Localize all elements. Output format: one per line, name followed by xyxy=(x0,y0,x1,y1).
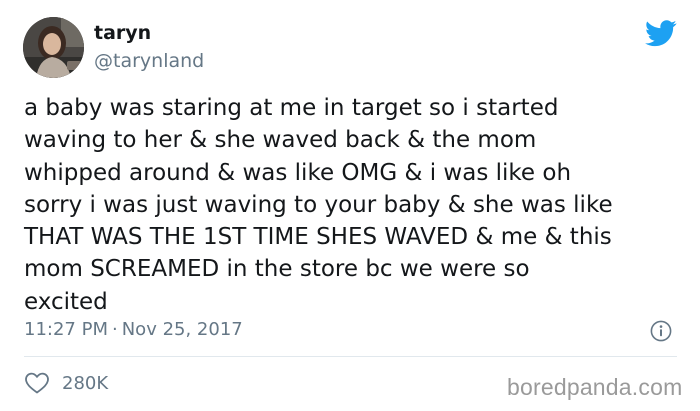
author-handle[interactable]: @tarynland xyxy=(94,50,204,72)
timestamp-separator: · xyxy=(111,319,118,340)
tweet-text-line: THAT WAS THE 1ST TIME SHES WAVED & me & … xyxy=(24,224,612,251)
twitter-bird-icon[interactable] xyxy=(645,20,677,47)
tweet-card: taryn @tarynland a baby was staring at m… xyxy=(0,0,700,411)
tweet-text: a baby was staring at me in target so i … xyxy=(24,92,684,318)
info-icon[interactable] xyxy=(650,320,672,342)
tweet-text-line: a baby was staring at me in target so i … xyxy=(24,95,559,121)
tweet-text-line: mom SCREAMED in the store bc we were so xyxy=(24,256,530,283)
watermark: boredpanda.com xyxy=(507,374,683,400)
tweet-text-line: sorry i was just waving to your baby & s… xyxy=(24,191,613,218)
like-count: 280K xyxy=(62,372,109,394)
heart-icon xyxy=(25,372,49,394)
tweet-text-line: whipped around & was like OMG & i was li… xyxy=(24,159,572,186)
tweet-text-line: waving to her & she waved back & the mom xyxy=(24,127,537,154)
divider xyxy=(24,356,677,357)
author-display-name[interactable]: taryn xyxy=(94,22,151,44)
like-button[interactable]: 280K xyxy=(24,371,108,395)
avatar-photo xyxy=(23,17,84,78)
tweet-timestamp[interactable]: 11:27 PM · Nov 25, 2017 xyxy=(24,319,243,340)
avatar[interactable] xyxy=(23,17,84,78)
tweet-time: 11:27 PM xyxy=(24,319,108,340)
tweet-date: Nov 25, 2017 xyxy=(121,319,243,340)
tweet-text-line: excited xyxy=(24,288,108,315)
